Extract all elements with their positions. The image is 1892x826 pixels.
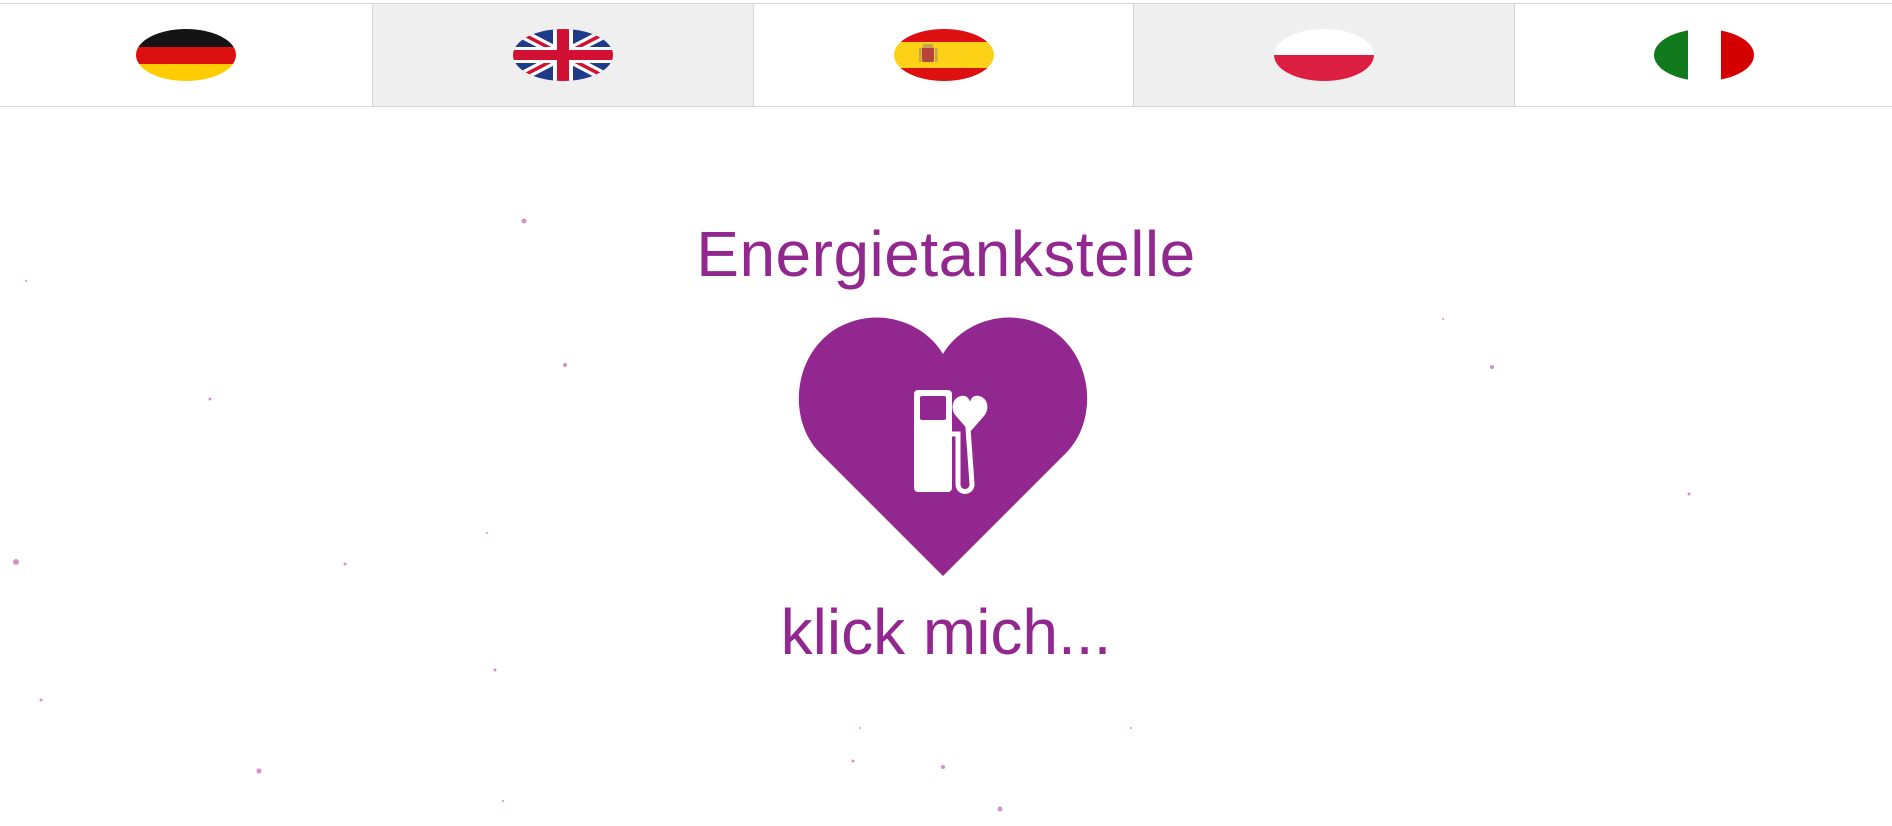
united-kingdom-flag-icon (513, 29, 613, 81)
spain-flag-icon (893, 29, 994, 81)
language-bar (0, 3, 1892, 107)
energy-heart-button[interactable] (796, 316, 1090, 580)
language-tab-english[interactable] (372, 4, 753, 106)
language-tab-italian[interactable] (1514, 4, 1892, 106)
poland-flag-icon (1274, 29, 1374, 81)
heart-fuel-pump-icon (798, 317, 1088, 576)
germany-flag-icon (136, 29, 236, 81)
language-tab-spanish[interactable] (753, 4, 1133, 106)
italy-flag-icon (1653, 29, 1754, 81)
click-me-label[interactable]: klick mich... (0, 592, 1892, 672)
language-tab-polish[interactable] (1133, 4, 1514, 106)
language-tab-german[interactable] (0, 4, 372, 106)
page-title: Energietankstelle (696, 218, 1196, 290)
